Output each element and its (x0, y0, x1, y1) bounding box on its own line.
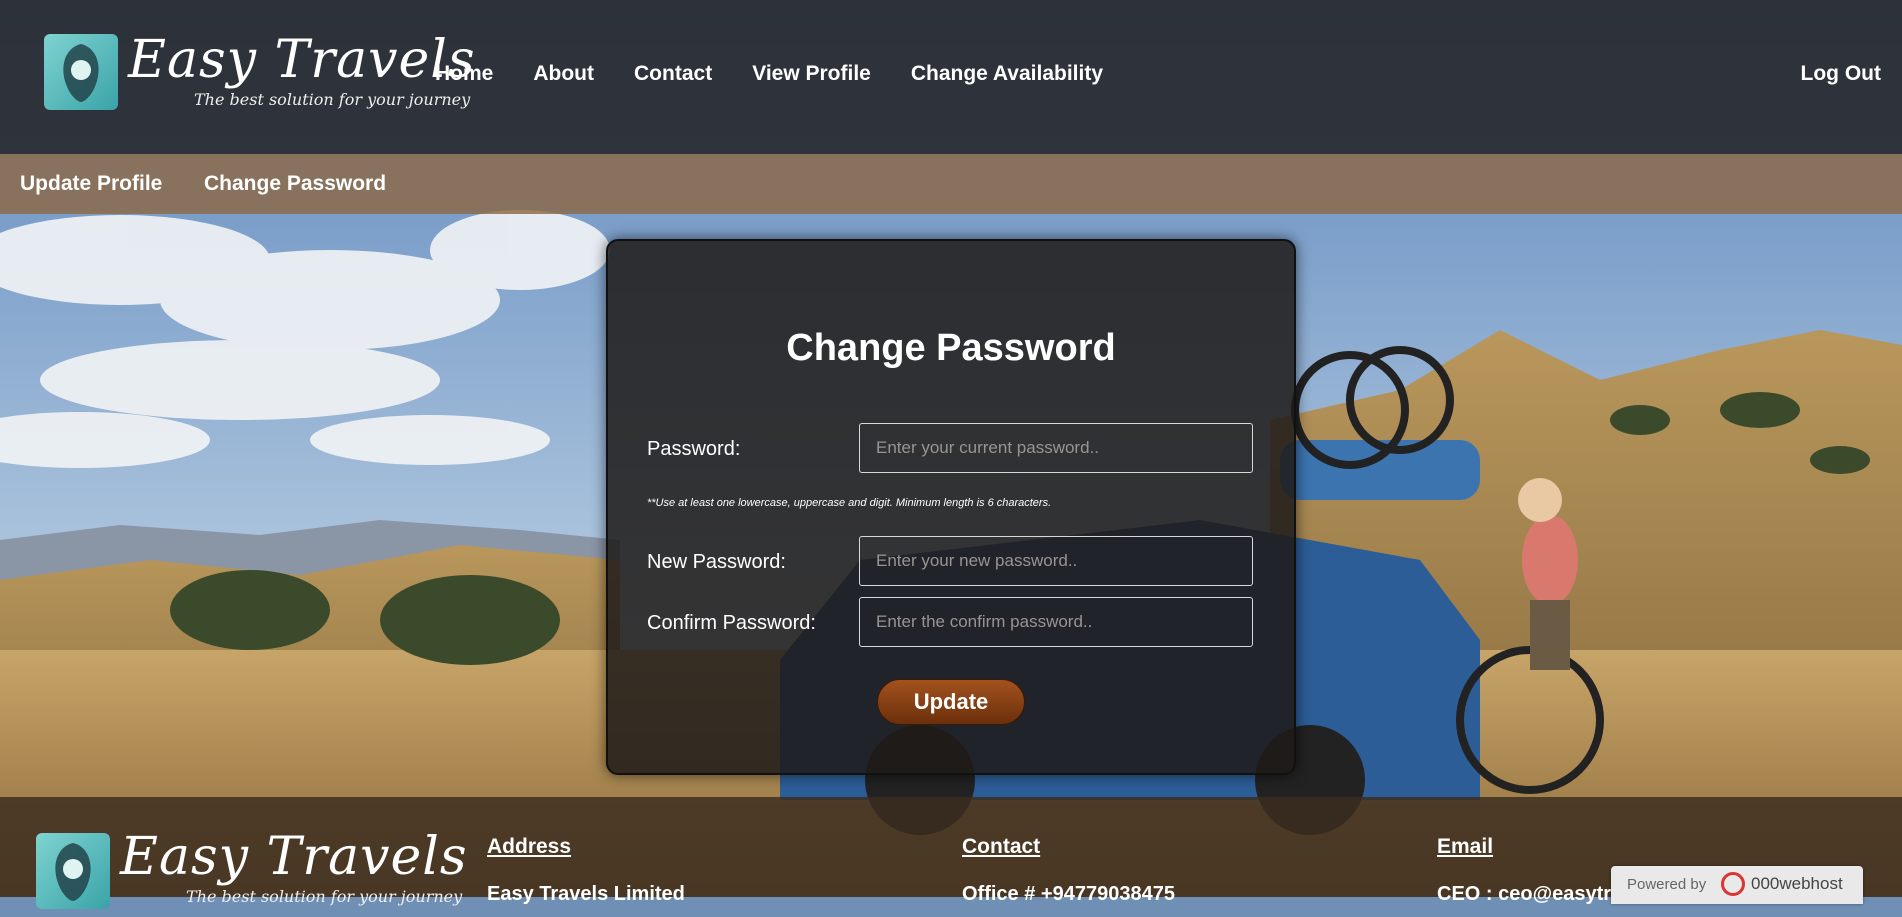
webhost-logo-icon (1721, 872, 1745, 896)
lion-logo-icon (36, 833, 110, 909)
nav-view-profile[interactable]: View Profile (752, 62, 871, 86)
powered-by-label: Powered by (1627, 876, 1707, 893)
password-hint: **Use at least one lowercase, uppercase … (647, 497, 1052, 509)
profile-subnav: Update Profile Change Password (0, 154, 1902, 214)
footer-brand-title: Easy Travels (120, 827, 468, 887)
nav-about[interactable]: About (533, 62, 594, 86)
lion-logo-icon (44, 34, 118, 110)
logout-link[interactable]: Log Out (1801, 62, 1881, 86)
password-label: Password: (647, 438, 741, 460)
nav-contact[interactable]: Contact (634, 62, 712, 86)
main-nav: Home About Contact View Profile Change A… (435, 62, 1143, 86)
confirm-password-label: Confirm Password: (647, 612, 816, 634)
current-password-input[interactable] (859, 423, 1253, 473)
new-password-input[interactable] (859, 536, 1253, 586)
webhost-name: 000webhost (1751, 874, 1843, 893)
brand-title: Easy Travels (128, 30, 476, 90)
footer-logo: Easy Travels The best solution for your … (36, 827, 467, 917)
footer-address-heading: Address (487, 835, 572, 858)
form-title: Change Password (786, 327, 1116, 369)
nav-home[interactable]: Home (435, 62, 493, 86)
footer-contact-value: Office # +94779038475 (962, 883, 1175, 905)
change-password-form: Change Password Password: **Use at least… (606, 239, 1296, 775)
footer-email-heading: Email (1437, 835, 1494, 858)
footer-address-value: Easy Travels Limited (487, 883, 685, 905)
subnav-change-password[interactable]: Change Password (204, 172, 386, 196)
confirm-password-input[interactable] (859, 597, 1253, 647)
brand-tagline: The best solution for your journey (194, 90, 471, 109)
powered-by-badge[interactable]: Powered by 000webhost (1611, 866, 1863, 904)
top-navbar: Easy Travels The best solution for your … (0, 0, 1902, 154)
brand-logo[interactable]: Easy Travels The best solution for your … (44, 30, 475, 118)
update-button[interactable]: Update (877, 679, 1025, 725)
subnav-update-profile[interactable]: Update Profile (20, 172, 162, 196)
new-password-label: New Password: (647, 551, 786, 573)
nav-change-availability[interactable]: Change Availability (911, 62, 1103, 86)
footer-contact-heading: Contact (962, 835, 1041, 858)
